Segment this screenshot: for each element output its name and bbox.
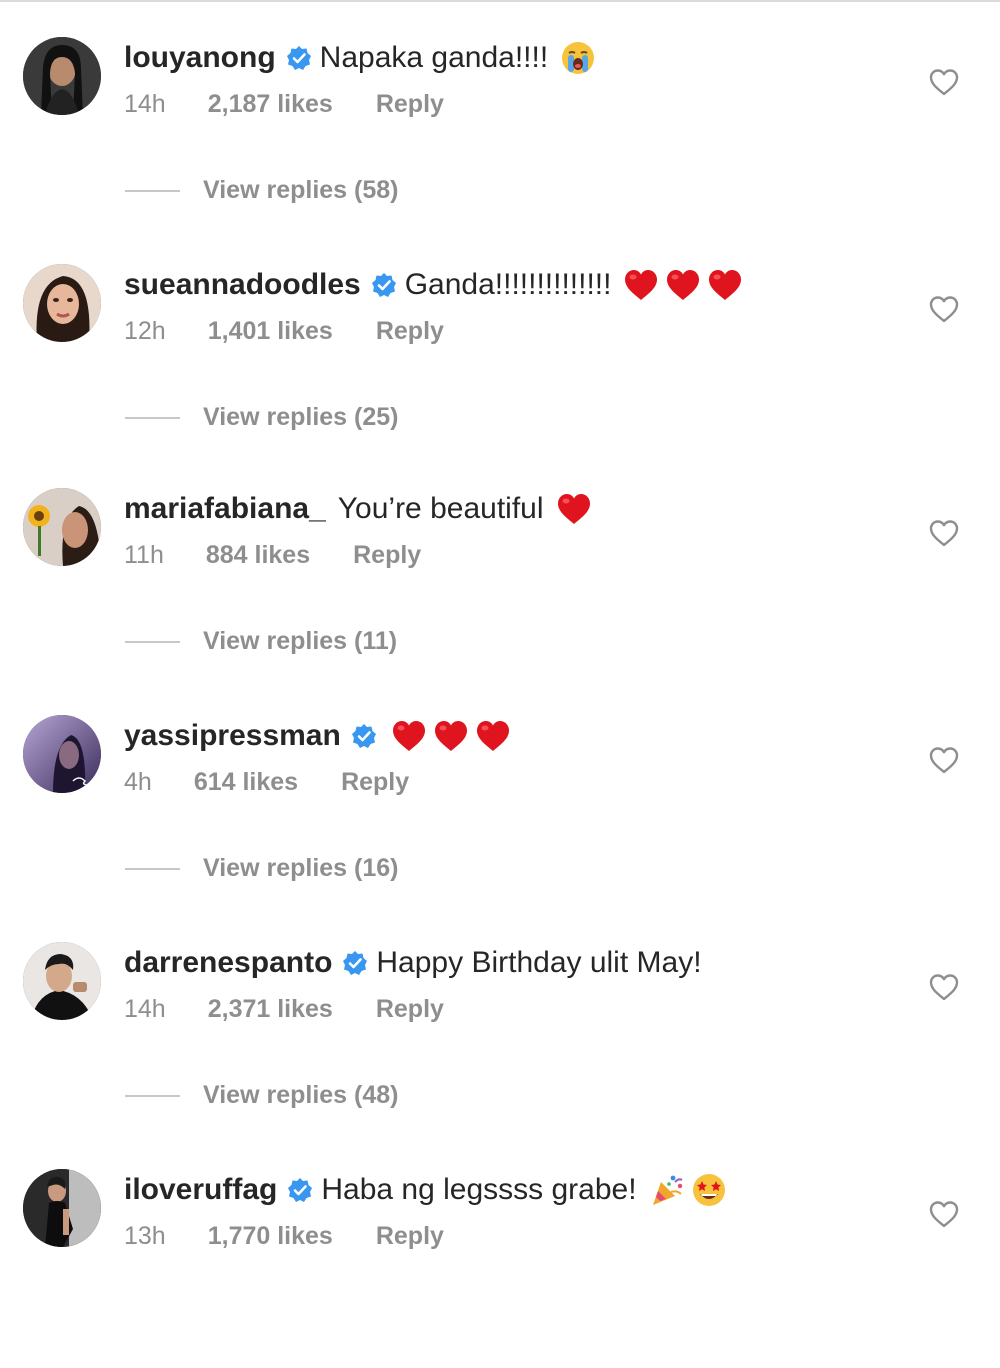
comment-item: louyanong Napaka ganda!!!! 14h 2,187 lik… — [0, 36, 1000, 236]
reply-button[interactable]: Reply — [376, 317, 444, 346]
party-popper-icon — [649, 1172, 685, 1208]
reply-button[interactable]: Reply — [353, 541, 421, 570]
reply-button[interactable]: Reply — [376, 90, 444, 119]
username[interactable]: louyanong — [124, 41, 276, 75]
likes-count[interactable]: 2,187 likes — [208, 90, 333, 119]
likes-count[interactable]: 1,770 likes — [208, 1222, 333, 1251]
timestamp: 14h — [124, 995, 166, 1023]
replies-divider-line — [125, 189, 180, 192]
likes-count[interactable]: 884 likes — [206, 541, 310, 570]
avatar[interactable] — [23, 264, 101, 342]
view-replies-button[interactable]: View replies (48) — [125, 1081, 398, 1110]
comment-text: Happy Birthday ulit May! — [376, 946, 702, 979]
star-struck-face-icon — [691, 1172, 727, 1208]
reply-button[interactable]: Reply — [376, 995, 444, 1024]
loudly-crying-face-icon — [560, 40, 596, 76]
replies-divider-line — [125, 1094, 180, 1097]
red-heart-icon — [556, 491, 592, 527]
comment-meta: 11h 884 likes Reply — [124, 541, 421, 570]
replies-divider-line — [125, 640, 180, 643]
comment-text: You’re beautiful — [337, 492, 544, 525]
reply-button[interactable]: Reply — [341, 768, 409, 797]
comment-meta: 12h 1,401 likes Reply — [124, 317, 444, 346]
timestamp: 14h — [124, 90, 166, 118]
comment-item: sueannadoodles Ganda!!!!!!!!!!!!!! 12h 1… — [0, 263, 1000, 463]
username[interactable]: iloveruffag — [124, 1173, 277, 1207]
view-replies-label: View replies (58) — [203, 176, 399, 204]
like-heart-icon[interactable] — [928, 1199, 960, 1229]
comment-meta: 4h 614 likes Reply — [124, 768, 409, 797]
view-replies-label: View replies (48) — [203, 1081, 399, 1109]
username[interactable]: yassipressman — [124, 719, 341, 753]
like-heart-icon[interactable] — [928, 67, 960, 97]
timestamp: 13h — [124, 1222, 166, 1250]
verified-badge-icon — [351, 723, 377, 749]
view-replies-label: View replies (16) — [203, 854, 399, 882]
top-divider — [0, 0, 1000, 2]
comment-line: louyanong Napaka ganda!!!! — [124, 36, 596, 80]
avatar[interactable] — [23, 942, 101, 1020]
comment-line: iloveruffag Haba ng legssss grabe! — [124, 1168, 727, 1212]
comment-line: yassipressman — [124, 714, 511, 758]
view-replies-button[interactable]: View replies (25) — [125, 403, 398, 432]
view-replies-button[interactable]: View replies (58) — [125, 176, 398, 205]
timestamp: 4h — [124, 768, 152, 796]
comment-text: Ganda!!!!!!!!!!!!!! — [404, 268, 612, 301]
replies-divider-line — [125, 867, 180, 870]
comment-line: sueannadoodles Ganda!!!!!!!!!!!!!! — [124, 263, 743, 307]
comment-line: mariafabiana_ You’re beautiful — [124, 487, 592, 531]
like-heart-icon[interactable] — [928, 745, 960, 775]
reply-button[interactable]: Reply — [376, 1222, 444, 1251]
comment-text: Haba ng legssss grabe! — [321, 1173, 637, 1206]
red-heart-icon — [433, 718, 469, 754]
verified-badge-icon — [287, 1177, 313, 1203]
replies-divider-line — [125, 416, 180, 419]
comment-meta: 13h 1,770 likes Reply — [124, 1222, 444, 1251]
username[interactable]: darrenespanto — [124, 946, 332, 980]
avatar[interactable] — [23, 715, 101, 793]
comment-item: darrenespanto Happy Birthday ulit May! 1… — [0, 941, 1000, 1141]
red-heart-icon — [665, 267, 701, 303]
red-heart-icon — [475, 718, 511, 754]
view-replies-button[interactable]: View replies (16) — [125, 854, 398, 883]
verified-badge-icon — [371, 272, 397, 298]
comment-item: mariafabiana_ You’re beautiful 11h 884 l… — [0, 487, 1000, 687]
timestamp: 12h — [124, 317, 166, 345]
comment-meta: 14h 2,187 likes Reply — [124, 90, 444, 119]
red-heart-icon — [623, 267, 659, 303]
like-heart-icon[interactable] — [928, 518, 960, 548]
timestamp: 11h — [124, 541, 164, 569]
likes-count[interactable]: 1,401 likes — [208, 317, 333, 346]
like-heart-icon[interactable] — [928, 972, 960, 1002]
avatar[interactable] — [23, 37, 101, 115]
avatar[interactable] — [23, 488, 101, 566]
username[interactable]: mariafabiana_ — [124, 492, 326, 526]
verified-badge-icon — [342, 950, 368, 976]
avatar[interactable] — [23, 1169, 101, 1247]
comment-text: Napaka ganda!!!! — [319, 41, 549, 74]
likes-count[interactable]: 614 likes — [194, 768, 298, 797]
comment-line: darrenespanto Happy Birthday ulit May! — [124, 941, 702, 985]
likes-count[interactable]: 2,371 likes — [208, 995, 333, 1024]
verified-badge-icon — [286, 45, 312, 71]
view-replies-label: View replies (11) — [203, 627, 398, 655]
comment-item: yassipressman 4h 614 likes Reply View re… — [0, 714, 1000, 914]
like-heart-icon[interactable] — [928, 294, 960, 324]
view-replies-button[interactable]: View replies (11) — [125, 627, 397, 656]
view-replies-label: View replies (25) — [203, 403, 399, 431]
comment-meta: 14h 2,371 likes Reply — [124, 995, 444, 1024]
red-heart-icon — [707, 267, 743, 303]
comment-item: iloveruffag Haba ng legssss grabe! 13h 1… — [0, 1168, 1000, 1368]
red-heart-icon — [391, 718, 427, 754]
username[interactable]: sueannadoodles — [124, 268, 361, 302]
